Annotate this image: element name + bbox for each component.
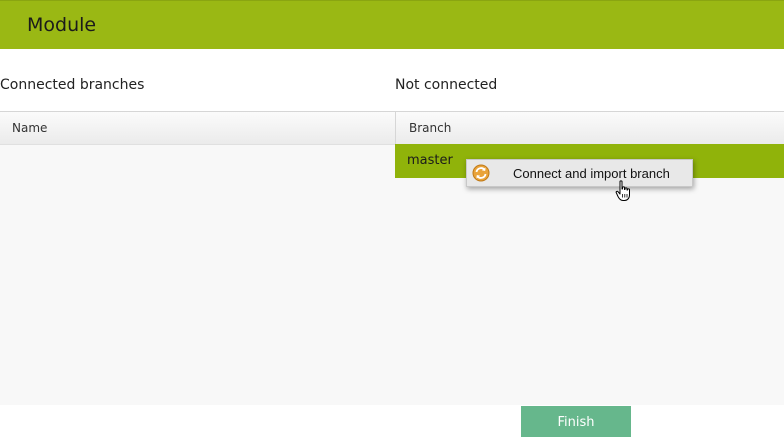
finish-button[interactable]: Finish [521,406,631,437]
column-header-name[interactable]: Name [0,112,395,145]
menu-item-label: Connect and import branch [513,166,670,181]
page-title: Module [27,14,97,36]
not-connected-label: Not connected [395,77,498,93]
sync-icon [472,164,490,182]
branch-name: master [407,153,453,168]
connected-branches-label: Connected branches [0,77,145,93]
context-menu: Connect and import branch [466,159,693,187]
module-header: Module [0,0,784,49]
hand-cursor-icon [615,180,633,202]
column-header-branch[interactable]: Branch [395,112,784,145]
menu-item-connect-import[interactable]: Connect and import branch [467,160,692,186]
